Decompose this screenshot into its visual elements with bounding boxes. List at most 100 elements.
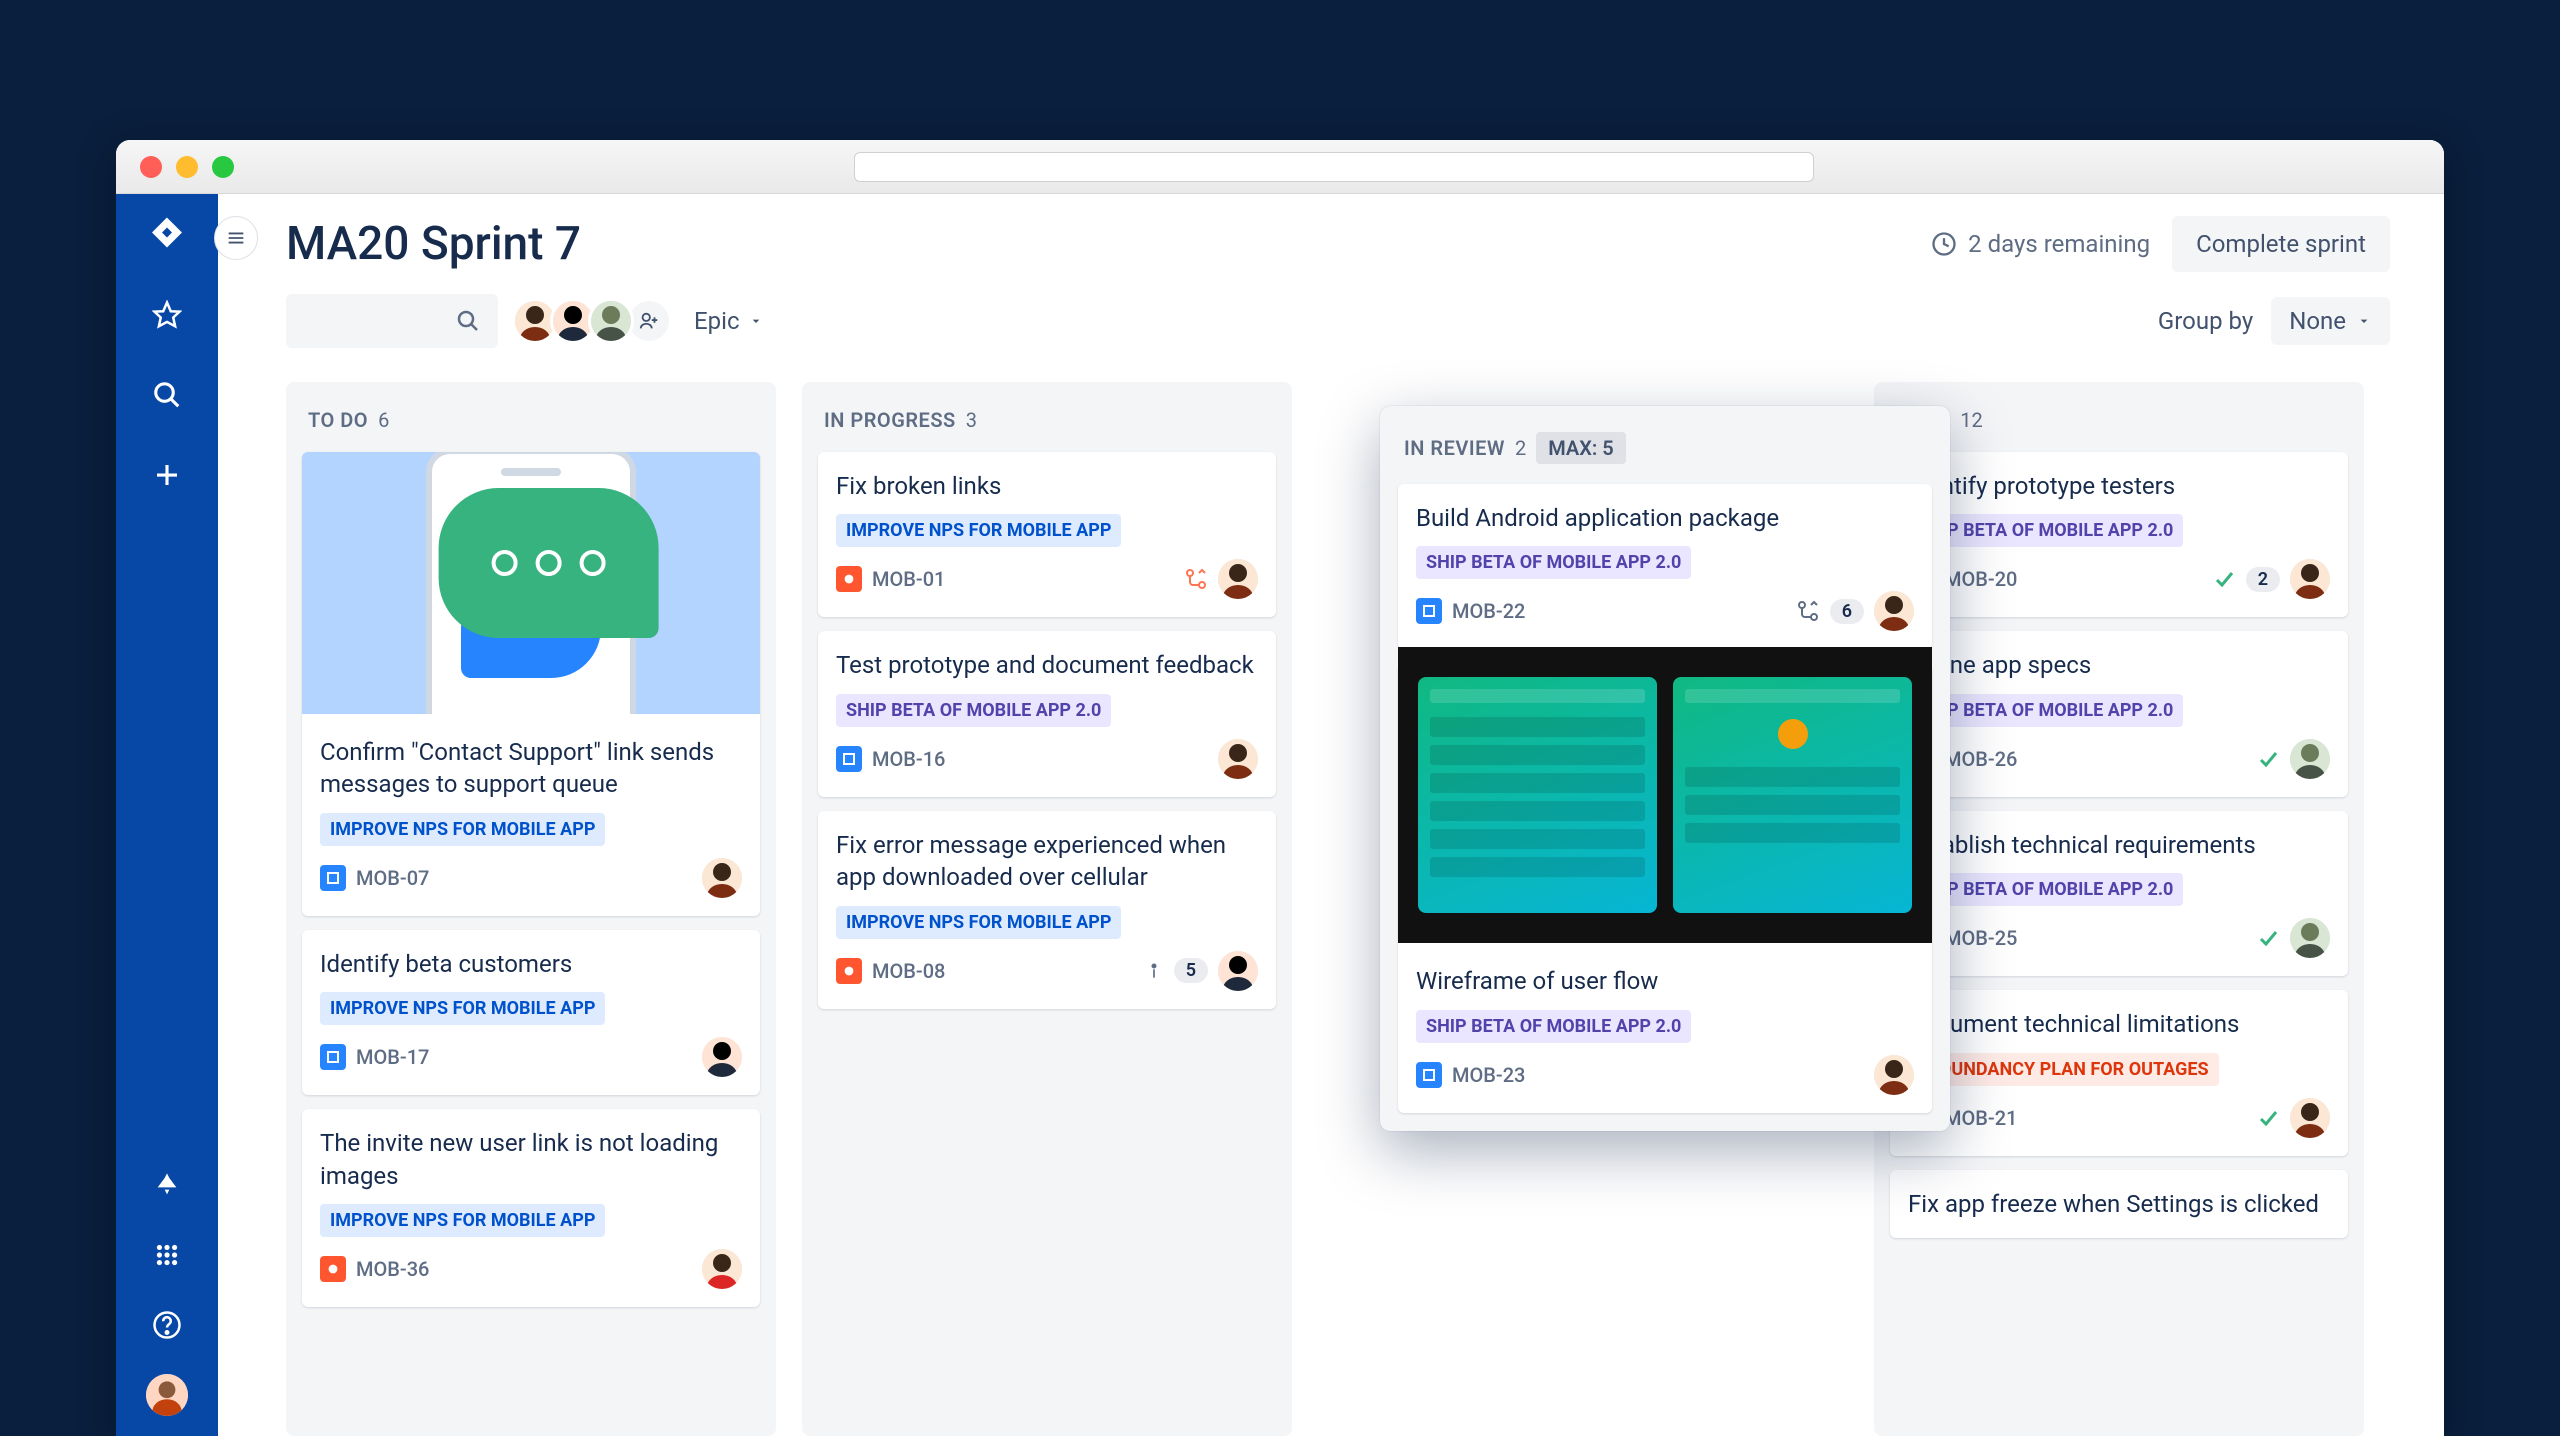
- issue-type-task-icon: [1416, 1062, 1442, 1088]
- jira-logo-icon[interactable]: [146, 214, 188, 256]
- epic-filter-dropdown[interactable]: Epic: [694, 307, 764, 335]
- board-search-input[interactable]: [286, 294, 498, 348]
- issue-card[interactable]: Identify prototype testers SHIP BETA OF …: [1890, 452, 2348, 617]
- issue-type-task-icon: [320, 865, 346, 891]
- issue-card[interactable]: Define app specs SHIP BETA OF MOBILE APP…: [1890, 631, 2348, 796]
- priority-icon: [1144, 961, 1164, 981]
- epic-pill[interactable]: REDUNDANCY PLAN FOR OUTAGES: [1908, 1053, 2219, 1086]
- issue-key[interactable]: MOB-22: [1452, 599, 1525, 623]
- clock-icon: [1930, 230, 1958, 258]
- epic-pill[interactable]: IMPROVE NPS FOR MOBILE APP: [836, 514, 1121, 547]
- issue-type-bug-icon: [836, 566, 862, 592]
- card-title: Identify prototype testers: [1908, 470, 2330, 502]
- assignee-avatar[interactable]: [2290, 739, 2330, 779]
- assignee-avatar[interactable]: [1218, 559, 1258, 599]
- column-count: 6: [378, 408, 389, 432]
- card-title: The invite new user link is not loading …: [320, 1127, 742, 1192]
- notifications-icon[interactable]: [146, 1164, 188, 1206]
- collapse-sidebar-icon[interactable]: [214, 216, 258, 260]
- epic-pill[interactable]: IMPROVE NPS FOR MOBILE APP: [836, 906, 1121, 939]
- window-controls: [140, 156, 234, 178]
- assignee-avatar[interactable]: [2290, 559, 2330, 599]
- epic-pill[interactable]: SHIP BETA OF MOBILE APP 2.0: [836, 694, 1111, 727]
- app-window: MA20 Sprint 7 2 days remaining Complete …: [116, 140, 2444, 1436]
- assignee-avatar[interactable]: [1874, 591, 1914, 631]
- issue-key[interactable]: MOB-17: [356, 1045, 429, 1069]
- assignee-avatar[interactable]: [1874, 1055, 1914, 1095]
- create-icon[interactable]: [146, 454, 188, 496]
- issue-key[interactable]: MOB-25: [1944, 926, 2017, 950]
- column-count: 2: [1515, 436, 1526, 460]
- card-cover-image: [302, 452, 760, 714]
- assignee-avatar[interactable]: [702, 1249, 742, 1289]
- assignee-avatar[interactable]: [1218, 739, 1258, 779]
- story-points-badge: 6: [1830, 599, 1864, 624]
- card-title: Document technical limitations: [1908, 1008, 2330, 1040]
- search-icon: [456, 309, 480, 333]
- complete-sprint-button[interactable]: Complete sprint: [2172, 216, 2390, 272]
- pull-request-icon: [1796, 599, 1820, 623]
- page-title: MA20 Sprint 7: [286, 217, 581, 271]
- card-title: Confirm "Contact Support" link sends mes…: [320, 736, 742, 801]
- issue-key[interactable]: MOB-16: [872, 747, 945, 771]
- issue-card[interactable]: Confirm "Contact Support" link sends mes…: [302, 452, 760, 916]
- group-by-dropdown[interactable]: None: [2271, 297, 2390, 345]
- app-switcher-icon[interactable]: [146, 1234, 188, 1276]
- done-check-icon: [2212, 567, 2236, 591]
- column-count: 3: [966, 408, 977, 432]
- issue-card[interactable]: Establish technical requirements SHIP BE…: [1890, 811, 2348, 976]
- done-check-icon: [2256, 747, 2280, 771]
- issue-card[interactable]: The invite new user link is not loading …: [302, 1109, 760, 1307]
- sidebar-rail: [116, 194, 218, 1436]
- issue-card[interactable]: Fix error message experienced when app d…: [818, 811, 1276, 1009]
- issue-type-task-icon: [836, 746, 862, 772]
- time-remaining: 2 days remaining: [1930, 230, 2150, 258]
- epic-pill[interactable]: IMPROVE NPS FOR MOBILE APP: [320, 1204, 605, 1237]
- issue-card[interactable]: Build Android application package SHIP B…: [1398, 484, 1932, 649]
- url-bar[interactable]: [854, 152, 1814, 182]
- card-title: Identify beta customers: [320, 948, 742, 980]
- issue-card[interactable]: Fix app freeze when Settings is clicked: [1890, 1170, 2348, 1238]
- wip-limit-badge: MAX: 5: [1536, 432, 1626, 464]
- epic-pill[interactable]: SHIP BETA OF MOBILE APP 2.0: [1416, 1010, 1691, 1043]
- card-title: Establish technical requirements: [1908, 829, 2330, 861]
- card-cover-image: [1398, 647, 1932, 943]
- issue-key[interactable]: MOB-26: [1944, 747, 2017, 771]
- issue-key[interactable]: MOB-36: [356, 1257, 429, 1281]
- issue-card[interactable]: Wireframe of user flow SHIP BETA OF MOBI…: [1398, 665, 1932, 1112]
- story-points-badge: 5: [1174, 958, 1208, 983]
- issue-key[interactable]: MOB-07: [356, 866, 429, 890]
- star-icon[interactable]: [146, 294, 188, 336]
- epic-pill[interactable]: IMPROVE NPS FOR MOBILE APP: [320, 813, 605, 846]
- minimize-window[interactable]: [176, 156, 198, 178]
- issue-key[interactable]: MOB-23: [1452, 1063, 1525, 1087]
- issue-card[interactable]: Identify beta customers IMPROVE NPS FOR …: [302, 930, 760, 1095]
- help-icon[interactable]: [146, 1304, 188, 1346]
- issue-key[interactable]: MOB-20: [1944, 567, 2017, 591]
- titlebar: [116, 140, 2444, 194]
- assignee-filter-avatars[interactable]: [520, 298, 672, 344]
- done-check-icon: [2256, 1106, 2280, 1130]
- close-window[interactable]: [140, 156, 162, 178]
- issue-card[interactable]: Document technical limitations REDUNDANC…: [1890, 990, 2348, 1155]
- assignee-avatar[interactable]: [1218, 951, 1258, 991]
- column-title: IN REVIEW: [1404, 436, 1505, 460]
- assignee-avatar[interactable]: [2290, 1098, 2330, 1138]
- issue-card[interactable]: Fix broken links IMPROVE NPS FOR MOBILE …: [818, 452, 1276, 617]
- issue-card[interactable]: Test prototype and document feedback SHI…: [818, 631, 1276, 796]
- issue-key[interactable]: MOB-08: [872, 959, 945, 983]
- epic-pill[interactable]: IMPROVE NPS FOR MOBILE APP: [320, 992, 605, 1025]
- search-icon[interactable]: [146, 374, 188, 416]
- epic-pill[interactable]: SHIP BETA OF MOBILE APP 2.0: [1416, 546, 1691, 579]
- assignee-avatar[interactable]: [702, 1037, 742, 1077]
- issue-key[interactable]: MOB-01: [872, 567, 945, 591]
- issue-type-task-icon: [1416, 598, 1442, 624]
- issue-key[interactable]: MOB-21: [1944, 1106, 2017, 1130]
- profile-avatar[interactable]: [146, 1374, 188, 1416]
- assignee-avatar[interactable]: [2290, 918, 2330, 958]
- card-title: Wireframe of user flow: [1416, 965, 1914, 997]
- column-title: TO DO: [308, 408, 368, 432]
- maximize-window[interactable]: [212, 156, 234, 178]
- issue-type-bug-icon: [320, 1256, 346, 1282]
- assignee-avatar[interactable]: [702, 858, 742, 898]
